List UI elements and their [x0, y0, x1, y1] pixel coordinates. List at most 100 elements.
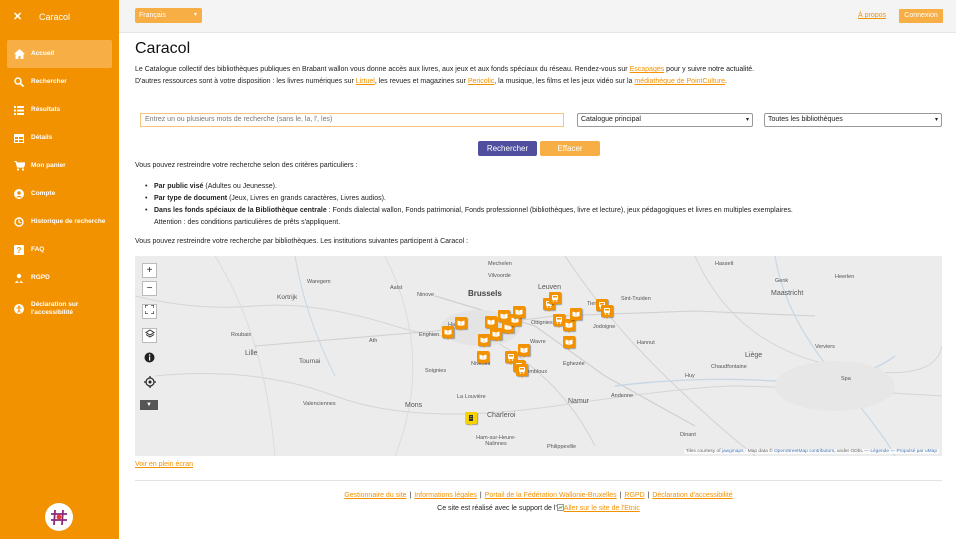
sidebar-item-accessibilite[interactable]: Déclaration sur l'accessibilité [7, 292, 112, 326]
map-label: Ottignies [531, 320, 553, 326]
intro-text-part: Le Catalogue collectif des bibliothèques… [135, 66, 630, 73]
pericolic-link[interactable]: Pericolic [468, 78, 494, 85]
book-icon [572, 311, 580, 317]
sidebar-item-historique[interactable]: Historique de recherche [7, 208, 112, 236]
library-marker[interactable] [478, 334, 490, 348]
footer-link-accessibilite[interactable]: Déclaration d'accessibilité [652, 492, 732, 499]
umap-link[interactable]: — Propulsé par uMap [889, 449, 937, 454]
faq-icon: ? [13, 244, 25, 256]
osm-link[interactable]: OpenStreetMap contributors [774, 449, 834, 454]
library-marker[interactable] [549, 292, 561, 306]
footer-link-informations[interactable]: Informations légales [414, 492, 477, 499]
account-icon [13, 188, 25, 200]
book-icon [492, 331, 500, 337]
caracol-logo [45, 503, 73, 531]
book-icon [479, 354, 487, 360]
library-marker[interactable] [516, 364, 528, 378]
library-marker[interactable] [442, 326, 454, 340]
sidebar-item-panier[interactable]: Mon panier [7, 152, 112, 180]
library-marker[interactable] [490, 328, 502, 342]
cart-icon [13, 160, 25, 172]
jawgmaps-link[interactable]: jawgmaps [722, 449, 744, 454]
map-label: Charleroi [487, 412, 516, 419]
criteria-title: Dans les fonds spéciaux de la Bibliothèq… [154, 207, 327, 214]
map-label: Huy [685, 373, 695, 379]
map-caret-down-icon[interactable]: ▼ [140, 400, 158, 410]
sidebar-item-rechercher[interactable]: Rechercher [7, 68, 112, 96]
book-icon [444, 329, 452, 335]
map-label: Leuven [538, 284, 561, 291]
library-marker[interactable] [518, 344, 530, 358]
sidebar-item-resultats[interactable]: Résultats [7, 96, 112, 124]
footer-link-rgpd[interactable]: RGPD [624, 492, 644, 499]
library-marker[interactable] [601, 305, 613, 319]
clear-button[interactable]: Effacer [540, 141, 600, 156]
logo-icon [51, 509, 67, 526]
attribution-text: Tiles courtesy of [685, 449, 722, 454]
etnic-link[interactable]: Aller sur le site de l'Etnic [556, 504, 640, 512]
map-label: Waregem [307, 279, 331, 285]
map-label: Soignies [425, 368, 447, 374]
intro-text-part: . [725, 78, 727, 85]
library-marker[interactable] [570, 308, 582, 322]
map-label: Vilvoorde [488, 273, 511, 279]
map-label: La Louvière [457, 394, 486, 400]
footer-support: Ce site est réalisé avec le support de l… [135, 504, 942, 512]
map-label: Sint-Truiden [621, 296, 651, 302]
library-marker[interactable] [513, 306, 525, 320]
broken-image-icon [556, 504, 564, 511]
login-button[interactable]: Connexion [899, 9, 943, 23]
sidebar-item-compte[interactable]: Compte [7, 180, 112, 208]
layers-icon[interactable] [142, 328, 157, 343]
search-row: Entrez un ou plusieurs mots de recherche… [140, 113, 942, 127]
main-content: Caracol Le Catalogue collectif des bibli… [135, 33, 945, 512]
map-label: Lille [245, 350, 258, 357]
footer-link-gestionnaire[interactable]: Gestionnaire du site [344, 492, 406, 499]
sidebar-item-rgpd[interactable]: RGPD [7, 264, 112, 292]
sidebar-item-faq[interactable]: ? FAQ [7, 236, 112, 264]
pointculture-link[interactable]: médiathèque de PointCulture [634, 78, 725, 85]
library-map[interactable]: + − ▼ Brussels Leuven Maastricht Lille N… [135, 256, 942, 456]
footer-link-portail[interactable]: Portail de la Fédération Wallonie-Bruxel… [485, 492, 617, 499]
fullscreen-icon[interactable] [142, 304, 157, 319]
map-label: Verviers [815, 344, 835, 350]
info-icon[interactable] [142, 352, 157, 367]
chevron-down-icon: ▾ [745, 117, 749, 123]
language-select[interactable]: Français ▾ [135, 8, 202, 23]
zoom-in-button[interactable]: + [142, 263, 157, 278]
search-button[interactable]: Rechercher [478, 141, 537, 156]
criteria-title: Par type de document [154, 195, 228, 202]
map-label: Roubaix [231, 332, 252, 338]
etnic-alt: Aller sur le site de l'Etnic [563, 505, 640, 512]
locate-icon[interactable] [142, 376, 157, 391]
libraries-intro: Vous pouvez restreindre votre recherche … [135, 238, 469, 245]
sidebar-item-details[interactable]: Détails [7, 124, 112, 152]
zoom-out-button[interactable]: − [142, 281, 157, 296]
sidebar-item-label: RGPD [31, 274, 50, 281]
selected-library-marker[interactable] [465, 412, 477, 426]
close-icon[interactable]: ✕ [13, 10, 27, 23]
search-input[interactable]: Entrez un ou plusieurs mots de recherche… [140, 113, 564, 127]
criteria-text: : Fonds dialectal wallon, Fonds patrimon… [326, 207, 793, 214]
map-label: Dinant [680, 432, 696, 438]
map-label: Mechelen [488, 261, 512, 267]
apropos-link[interactable]: À propos [858, 12, 886, 19]
library-marker[interactable] [563, 336, 575, 350]
support-text: Ce site est réalisé avec le support de l… [437, 505, 557, 512]
map-label: Namur [568, 398, 590, 405]
map-label: Heerlen [835, 274, 855, 280]
library-marker[interactable] [455, 317, 467, 331]
map-label: Kortrijk [277, 294, 298, 301]
library-marker[interactable] [477, 351, 489, 365]
accessibility-icon [13, 303, 25, 315]
lirtuel-link[interactable]: Lirtuel [356, 78, 375, 85]
fullscreen-link[interactable]: Voir en plein écran [135, 461, 193, 468]
attribution-text: · Map data © [743, 449, 774, 454]
rgpd-icon [13, 272, 25, 284]
library-value: Toutes les bibliothèques [768, 116, 843, 123]
escapages-link[interactable]: Escapages [630, 66, 665, 73]
library-select[interactable]: Toutes les bibliothèques ▾ [764, 113, 942, 127]
sidebar-item-accueil[interactable]: Accueil [7, 40, 112, 68]
legend-link[interactable]: Légende [870, 449, 889, 454]
catalogue-select[interactable]: Catalogue principal ▾ [577, 113, 753, 127]
